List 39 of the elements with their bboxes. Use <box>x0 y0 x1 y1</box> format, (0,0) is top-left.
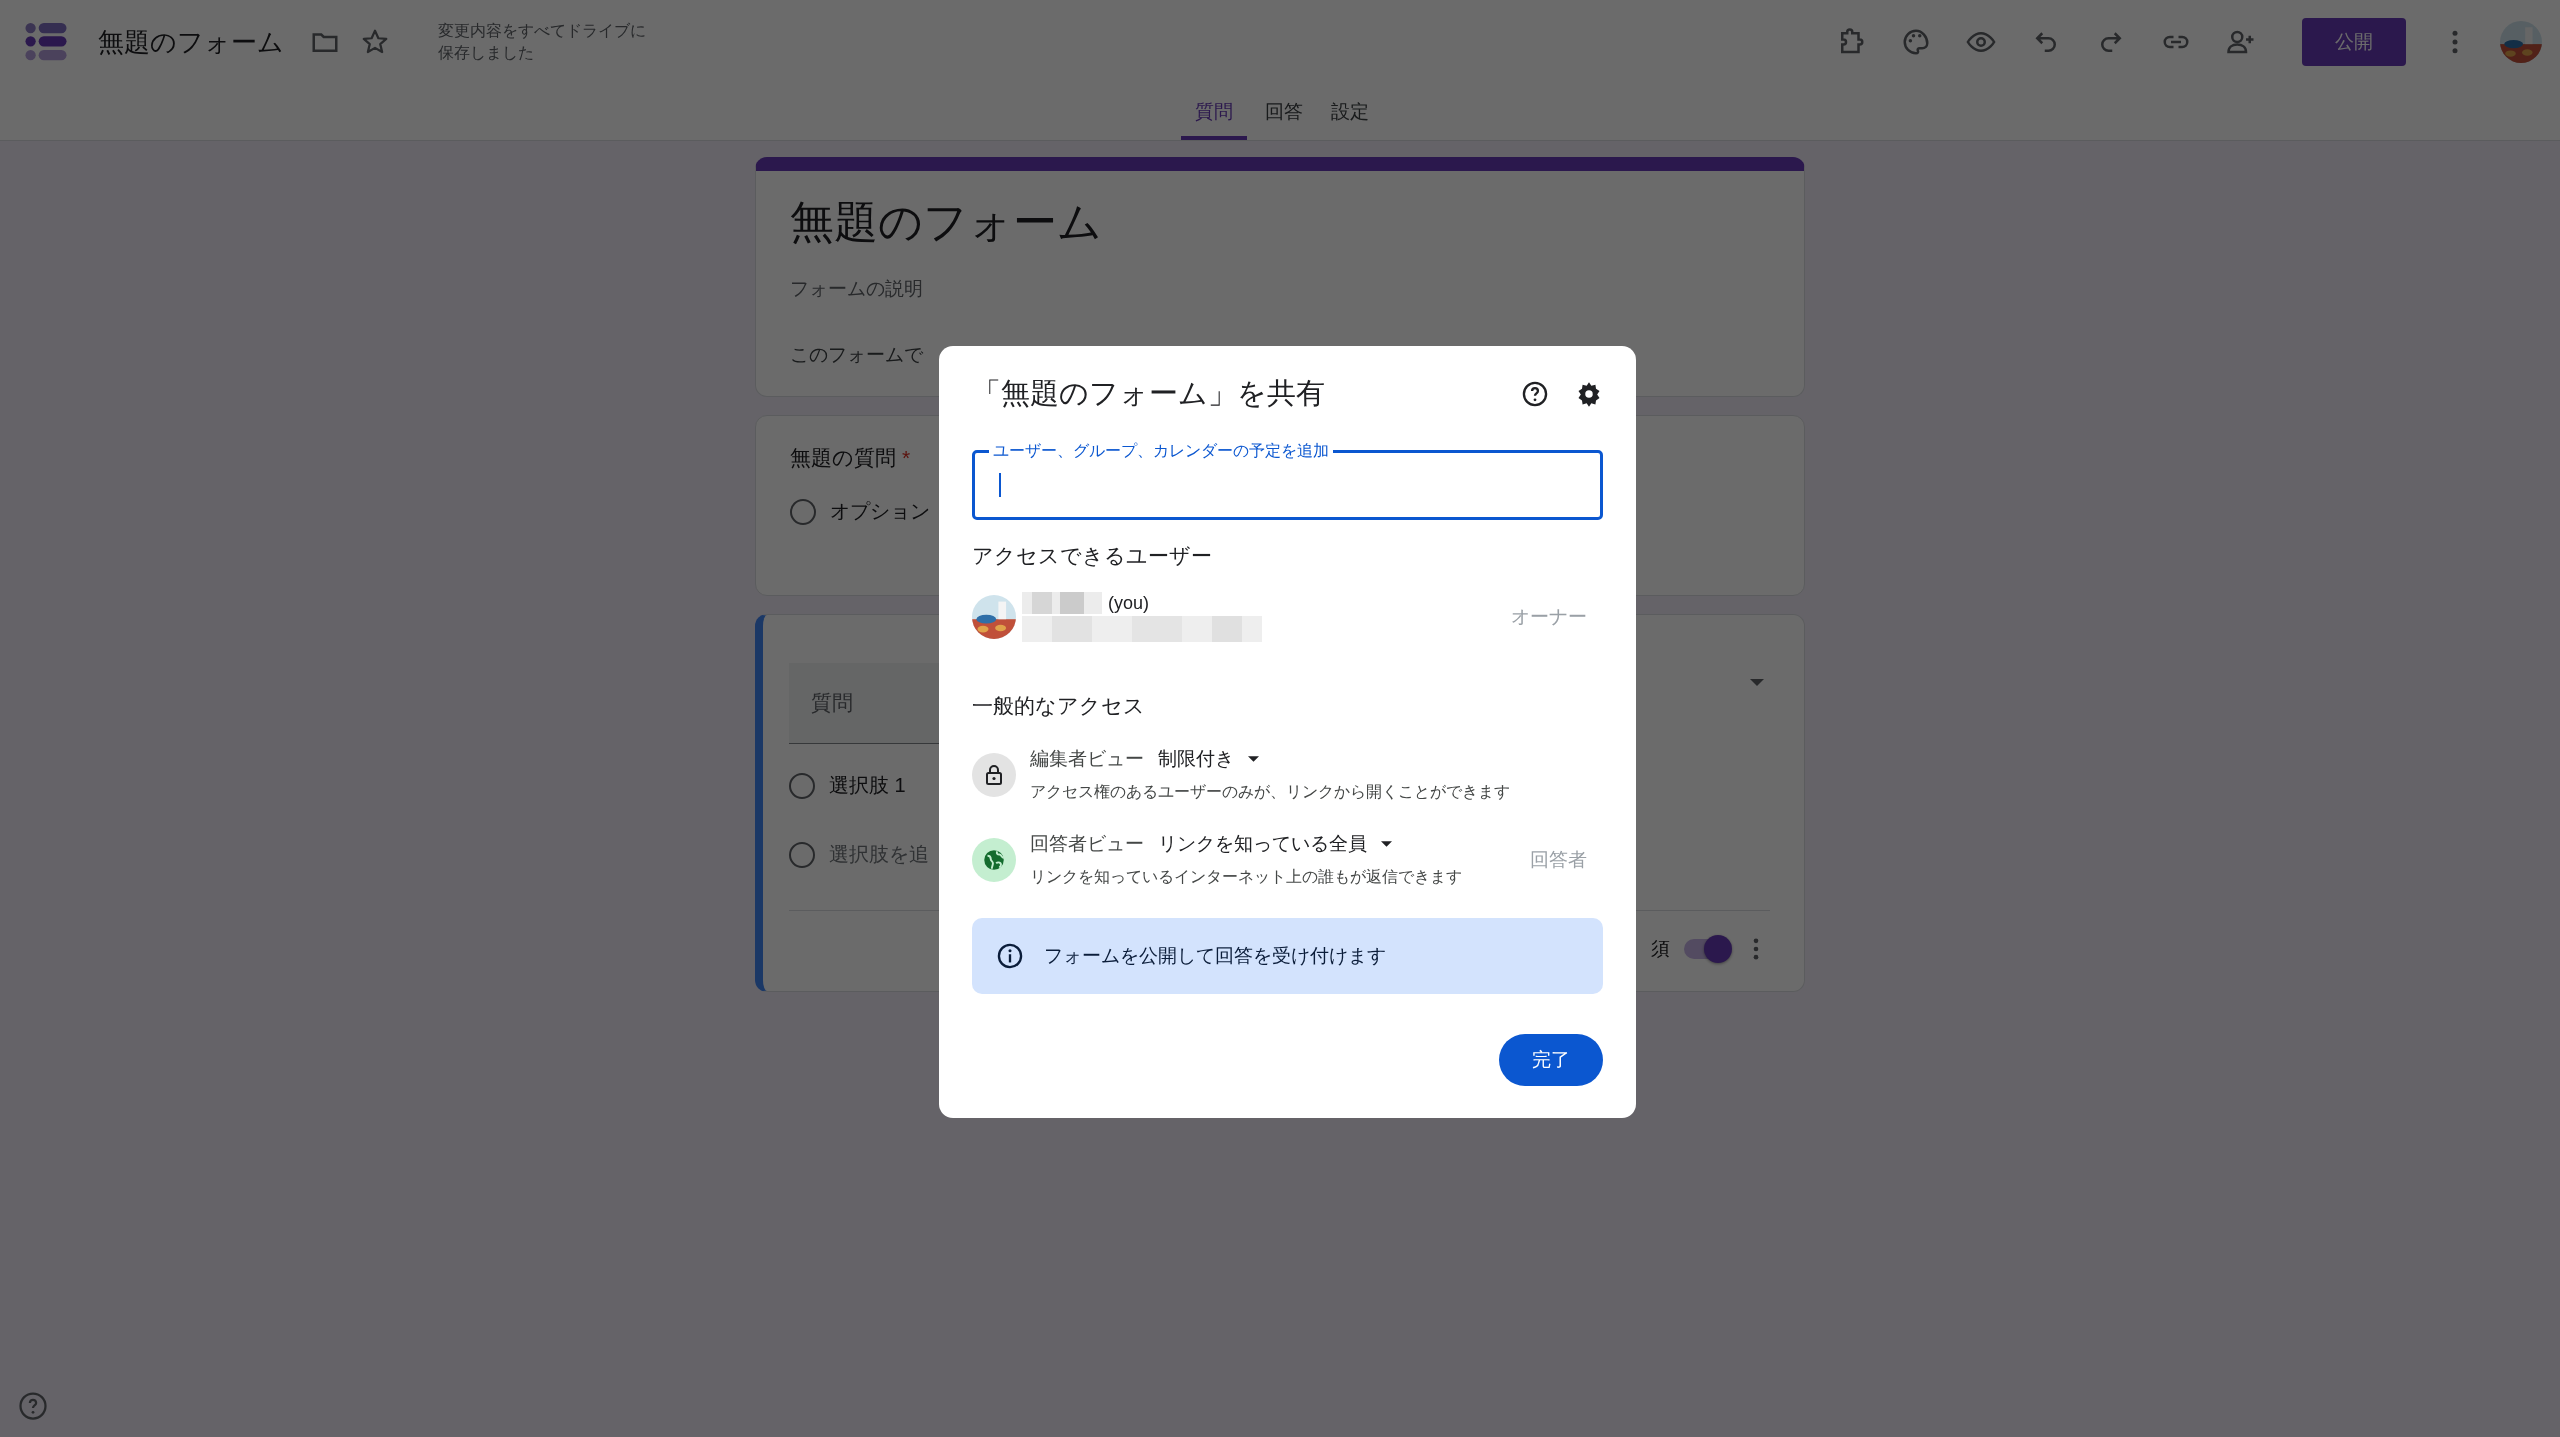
form-notice: このフォームで <box>790 343 924 367</box>
radio-button[interactable] <box>789 841 815 868</box>
help-icon[interactable] <box>1521 380 1549 408</box>
tab[interactable]: 質問 <box>1181 84 1247 140</box>
dropdown-arrow-icon[interactable] <box>1248 756 1259 762</box>
dialog-title: 「無題のフォーム」を共有 <box>972 376 1326 411</box>
access-dropdown[interactable]: 制限付き <box>1158 746 1259 772</box>
form-title[interactable]: 無題のフォーム <box>790 193 1770 252</box>
radio-button[interactable] <box>789 772 815 799</box>
document-title[interactable]: 無題のフォーム <box>98 24 284 60</box>
option-label[interactable]: 選択肢 1 <box>829 772 906 799</box>
dropdown-arrow-icon[interactable] <box>1381 841 1392 847</box>
access-view-label: 編集者ビュー <box>1030 747 1144 771</box>
role-label: オーナー <box>1511 605 1587 629</box>
tab[interactable]: 設定 <box>1321 84 1379 140</box>
required-asterisk: * <box>902 446 911 469</box>
access-description: アクセス権のあるユーザーのみが、リンクから開くことができます <box>1030 782 1511 802</box>
info-message: フォームを公開して回答を受け付けます <box>1044 944 1386 968</box>
access-view-label: 回答者ビュー <box>1030 832 1144 856</box>
publish-button[interactable]: 公開 <box>2302 18 2406 66</box>
field-label: ユーザー、グループ、カレンダーの予定を追加 <box>989 441 1333 461</box>
person-name: (you) <box>1108 592 1149 614</box>
radio-button[interactable] <box>790 498 816 525</box>
info-icon <box>996 942 1024 970</box>
option-label[interactable]: オプション <box>830 498 930 525</box>
section-heading: 一般的なアクセス <box>972 693 1146 719</box>
access-dropdown[interactable]: リンクを知っている全員 <box>1158 831 1392 857</box>
required-label: 須 <box>1651 937 1670 961</box>
section-heading: アクセスできるユーザー <box>972 543 1213 569</box>
form-description[interactable]: フォームの説明 <box>790 276 1770 302</box>
option-label[interactable]: 選択肢を追 <box>829 841 929 868</box>
access-description: リンクを知っているインターネット上の誰もが返信できます <box>1030 867 1463 887</box>
tab[interactable]: 回答 <box>1255 84 1313 140</box>
save-status: 変更内容をすべてドライブに 保存しました <box>438 21 646 63</box>
forms-logo-icon[interactable] <box>24 21 68 63</box>
role-label: 回答者 <box>1530 847 1587 872</box>
question-title: 無題の質問 <box>790 446 896 469</box>
done-button[interactable]: 完了 <box>1499 1034 1603 1086</box>
palette-icon[interactable] <box>1901 27 1931 57</box>
